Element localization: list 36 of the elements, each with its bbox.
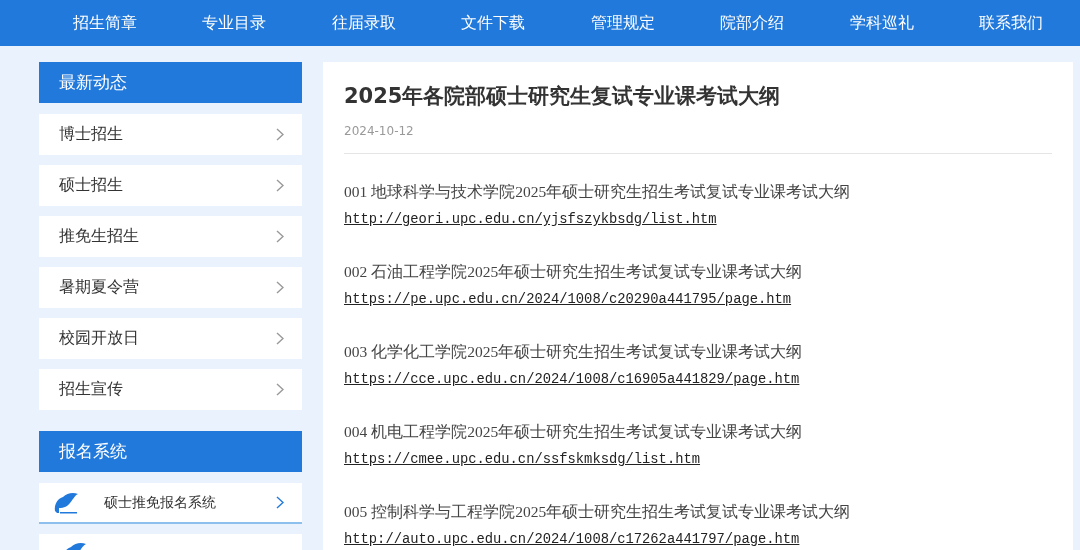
chevron-right-icon bbox=[276, 496, 284, 509]
entry-link[interactable]: http://auto.upc.edu.cn/2024/1008/c17262a441797/page.htm bbox=[344, 532, 800, 547]
entry-link[interactable]: http://geori.upc.edu.cn/yjsfszykbsdg/list.htm bbox=[344, 212, 717, 227]
section-header: 最新动态 bbox=[39, 62, 302, 103]
article-title: 2025年各院部硕士研究生复试专业课考试大纲 bbox=[344, 83, 782, 110]
chevron-right-icon bbox=[276, 383, 284, 396]
nav-link[interactable]: 院部介绍 bbox=[687, 12, 817, 34]
chevron-right-icon bbox=[276, 128, 284, 141]
entry-link[interactable]: https://cmee.upc.edu.cn/ssfskmksdg/list.htm bbox=[344, 452, 701, 467]
sidebar-item[interactable]: 招生宣传 bbox=[39, 369, 302, 410]
nav-link[interactable]: 联系我们 bbox=[946, 12, 1076, 34]
nav-link[interactable]: 学科巡礼 bbox=[817, 12, 947, 34]
sidebar-item[interactable]: 硕士招生 bbox=[39, 165, 302, 206]
entry-link[interactable]: https://pe.upc.edu.cn/2024/1008/c20290a441795/page.htm bbox=[344, 292, 792, 307]
entry-text: 003 化学化工学院2025年硕士研究生招生考试复试专业课考试大纲 bbox=[344, 342, 804, 362]
entry-text: 002 石油工程学院2025年硕士研究生招生考试复试专业课考试大纲 bbox=[344, 262, 804, 282]
nav-link[interactable]: 专业目录 bbox=[169, 12, 299, 34]
section-header: 报名系统 bbox=[39, 431, 302, 472]
sidebar-item[interactable]: 暑期夏令营 bbox=[39, 267, 302, 308]
sidebar-item[interactable]: 校园开放日 bbox=[39, 318, 302, 359]
nav-link[interactable]: 往届录取 bbox=[299, 12, 429, 34]
entry-text: 005 控制科学与工程学院2025年硕士研究生招生考试复试专业课考试大纲 bbox=[344, 502, 852, 522]
chevron-right-icon bbox=[276, 281, 284, 294]
entry-link[interactable]: https://cce.upc.edu.cn/2024/1008/c16905a441829/page.htm bbox=[344, 372, 800, 387]
chevron-right-icon bbox=[276, 179, 284, 192]
nav-link[interactable]: 管理规定 bbox=[558, 12, 688, 34]
bird-icon bbox=[53, 490, 79, 515]
chevron-right-icon bbox=[276, 230, 284, 243]
nav-link[interactable]: 招生简章 bbox=[40, 12, 170, 34]
sidebar-item[interactable]: 博士招生 bbox=[39, 114, 302, 155]
article-date: 2024-10-12 bbox=[344, 124, 1052, 154]
entry-text: 001 地球科学与技术学院2025年硕士研究生招生考试复试专业课考试大纲 bbox=[344, 182, 852, 202]
nav-link[interactable]: 文件下载 bbox=[428, 12, 558, 34]
sidebar-item[interactable]: 推免生招生 bbox=[39, 216, 302, 257]
chevron-right-icon bbox=[276, 332, 284, 345]
entry-text: 004 机电工程学院2025年硕士研究生招生考试复试专业课考试大纲 bbox=[344, 422, 804, 442]
